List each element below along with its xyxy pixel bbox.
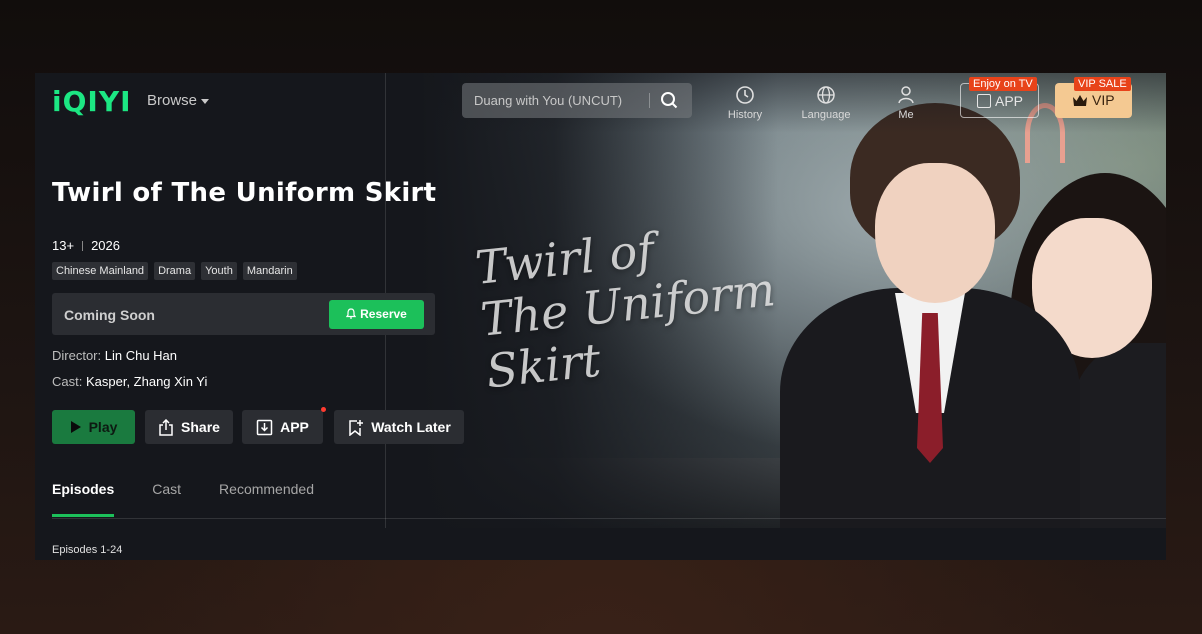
cast-line: Cast: Kasper, Zhang Xin Yi xyxy=(52,374,208,389)
notification-dot xyxy=(321,407,326,412)
globe-icon xyxy=(817,86,835,104)
tabs-divider xyxy=(52,518,1166,519)
episode-range-selector[interactable]: Episodes 1-24 xyxy=(52,544,122,556)
me-button[interactable]: Me xyxy=(876,85,936,121)
coming-soon-panel: Coming Soon Reserve xyxy=(52,293,435,335)
browse-menu[interactable]: Browse xyxy=(147,92,210,109)
search-icon[interactable] xyxy=(660,91,678,109)
download-icon xyxy=(256,419,273,435)
show-title: Twirl of The Uniform Skirt xyxy=(52,178,437,208)
release-year: 2026 xyxy=(91,238,120,253)
tag-genre[interactable]: Drama xyxy=(154,262,196,280)
play-button[interactable]: Play xyxy=(52,410,135,444)
tag-language[interactable]: Mandarin xyxy=(242,262,297,280)
search-bar[interactable]: Duang with You (UNCUT) xyxy=(462,83,692,118)
user-icon xyxy=(898,86,914,104)
reserve-button[interactable]: Reserve xyxy=(329,300,424,329)
show-meta: 13+ 2026 xyxy=(52,238,120,253)
share-icon xyxy=(159,418,173,436)
search-input[interactable]: Duang with You (UNCUT) xyxy=(474,93,622,108)
bookmark-add-icon xyxy=(349,419,364,436)
age-rating: 13+ xyxy=(52,238,75,253)
clock-icon xyxy=(736,86,754,104)
watch-later-button[interactable]: Watch Later xyxy=(334,410,464,444)
director-name[interactable]: Lin Chu Han xyxy=(105,348,177,363)
tab-episodes[interactable]: Episodes xyxy=(52,481,115,517)
share-button[interactable]: Share xyxy=(145,410,233,444)
vip-sale-badge: VIP SALE xyxy=(1074,77,1131,91)
bell-icon xyxy=(346,308,357,319)
crown-icon xyxy=(1073,95,1087,106)
download-icon xyxy=(977,94,991,108)
app-window: Twirl of The Uniform Skirt iQIYI Browse … xyxy=(35,73,1166,560)
history-button[interactable]: History xyxy=(715,85,775,121)
tab-recommended[interactable]: Recommended xyxy=(219,481,314,517)
genre-tags: Chinese Mainland Drama Youth Mandarin xyxy=(52,262,297,280)
coming-soon-label: Coming Soon xyxy=(64,307,155,323)
play-icon xyxy=(70,421,81,433)
iqiyi-logo[interactable]: iQIYI xyxy=(52,85,132,118)
tag-region[interactable]: Chinese Mainland xyxy=(52,262,149,280)
app-button[interactable]: APP xyxy=(242,410,323,444)
language-button[interactable]: Language xyxy=(796,85,856,121)
enjoy-on-tv-badge: Enjoy on TV xyxy=(969,77,1037,91)
caret-down-icon xyxy=(201,98,210,104)
content-tabs: Episodes Cast Recommended xyxy=(52,481,314,517)
tag-category[interactable]: Youth xyxy=(201,262,237,280)
director-line: Director: Lin Chu Han xyxy=(52,348,178,363)
cast-names[interactable]: Kasper, Zhang Xin Yi xyxy=(86,374,207,389)
tab-cast[interactable]: Cast xyxy=(152,481,181,517)
hero-poster: Twirl of The Uniform Skirt xyxy=(420,73,1166,528)
